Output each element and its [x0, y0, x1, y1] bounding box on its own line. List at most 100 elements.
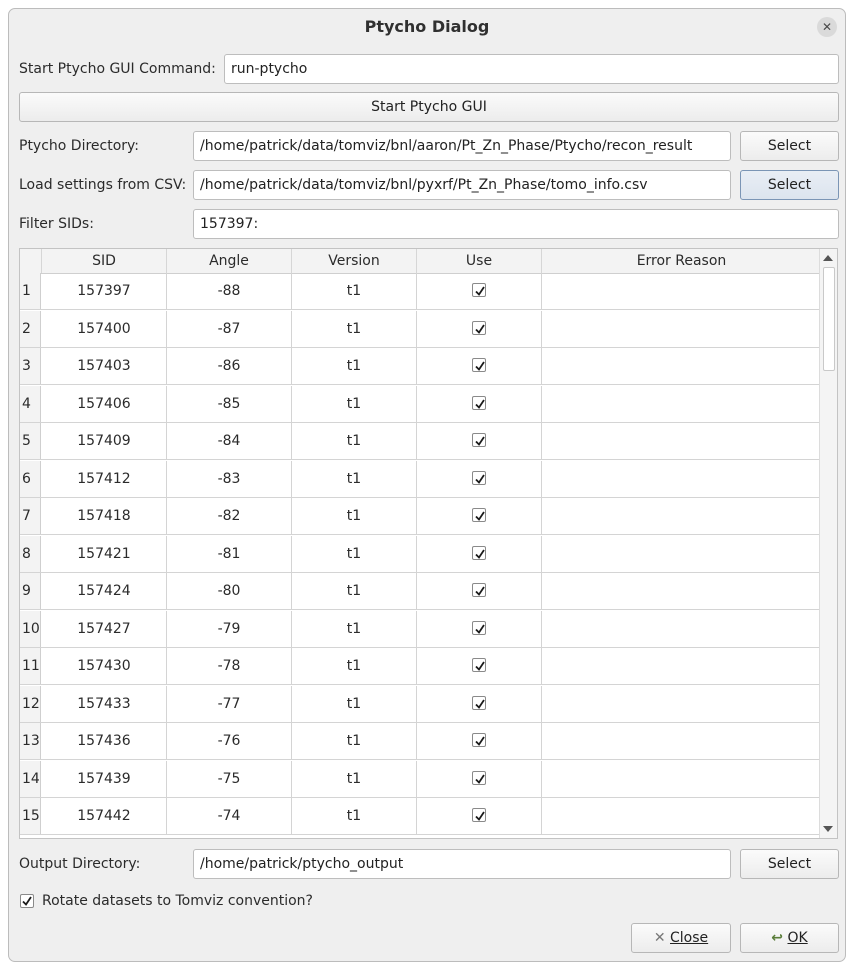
output-dir-select-button[interactable]: Select	[740, 849, 839, 879]
cell-error[interactable]	[542, 761, 821, 797]
cell-version[interactable]: t1	[292, 273, 417, 309]
use-checkbox[interactable]	[472, 770, 486, 785]
header-angle[interactable]: Angle	[167, 249, 292, 273]
vertical-scrollbar[interactable]	[819, 249, 837, 838]
close-button[interactable]: ✕ Close	[631, 923, 731, 953]
table-row[interactable]: 3 157403 -86 t1	[20, 348, 819, 385]
table-row[interactable]: 2 157400 -87 t1	[20, 310, 821, 348]
cell-angle[interactable]: -83	[167, 460, 292, 497]
cell-error[interactable]	[542, 723, 821, 759]
table-row[interactable]: 1 157397 -88 t1	[20, 273, 819, 310]
row-number[interactable]: 1	[20, 273, 41, 309]
cell-error[interactable]	[542, 686, 821, 722]
header-sid[interactable]: SID	[42, 249, 167, 273]
cell-sid[interactable]: 157439	[42, 760, 167, 797]
table-row[interactable]: 8 157421 -81 t1	[20, 535, 821, 573]
row-number[interactable]: 3	[20, 348, 41, 384]
row-number[interactable]: 9	[20, 573, 41, 609]
scrollbar-thumb[interactable]	[823, 267, 835, 371]
cell-use[interactable]	[417, 648, 542, 684]
use-checkbox[interactable]	[472, 695, 486, 710]
cell-sid[interactable]: 157421	[42, 535, 167, 572]
cell-angle[interactable]: -79	[167, 610, 292, 647]
cell-version[interactable]: t1	[292, 460, 417, 497]
cell-use[interactable]	[417, 573, 542, 609]
scroll-down-icon[interactable]	[823, 826, 833, 832]
cell-angle[interactable]: -75	[167, 760, 292, 797]
cell-angle[interactable]: -88	[167, 273, 292, 309]
header-use[interactable]: Use	[417, 249, 542, 273]
cell-error[interactable]	[542, 573, 821, 609]
cell-angle[interactable]: -85	[167, 385, 292, 422]
header-version[interactable]: Version	[292, 249, 417, 273]
row-number[interactable]: 10	[20, 610, 41, 647]
row-number[interactable]: 14	[20, 760, 41, 797]
cell-version[interactable]: t1	[292, 610, 417, 647]
cell-sid[interactable]: 157406	[42, 385, 167, 422]
cell-sid[interactable]: 157397	[42, 273, 167, 309]
cell-error[interactable]	[542, 311, 821, 347]
rotate-label[interactable]: Rotate datasets to Tomviz convention?	[42, 893, 313, 909]
cell-use[interactable]	[417, 385, 542, 422]
close-icon[interactable]: ✕	[817, 17, 837, 37]
use-checkbox[interactable]	[472, 545, 486, 560]
table-row[interactable]: 11 157430 -78 t1	[20, 648, 819, 685]
cell-angle[interactable]: -82	[167, 498, 292, 534]
table-row[interactable]: 5 157409 -84 t1	[20, 423, 819, 460]
table-row[interactable]: 13 157436 -76 t1	[20, 723, 819, 760]
cell-angle[interactable]: -81	[167, 535, 292, 572]
use-checkbox[interactable]	[472, 395, 486, 410]
cell-angle[interactable]: -87	[167, 310, 292, 347]
use-checkbox[interactable]	[472, 733, 486, 747]
row-number[interactable]: 12	[20, 685, 41, 722]
cell-use[interactable]	[417, 685, 542, 722]
cell-version[interactable]: t1	[292, 498, 417, 534]
cell-version[interactable]: t1	[292, 310, 417, 347]
cell-use[interactable]	[417, 498, 542, 534]
cell-sid[interactable]: 157412	[42, 460, 167, 497]
row-number[interactable]: 15	[20, 798, 41, 834]
use-checkbox[interactable]	[472, 283, 486, 297]
row-number[interactable]: 11	[20, 648, 41, 684]
cell-use[interactable]	[417, 273, 542, 309]
cell-version[interactable]: t1	[292, 723, 417, 759]
cell-use[interactable]	[417, 760, 542, 797]
cell-use[interactable]	[417, 310, 542, 347]
cell-use[interactable]	[417, 348, 542, 384]
table-row[interactable]: 15 157442 -74 t1	[20, 798, 819, 835]
cell-angle[interactable]: -74	[167, 798, 292, 834]
cell-angle[interactable]: -84	[167, 423, 292, 459]
cell-error[interactable]	[542, 386, 821, 422]
cell-error[interactable]	[542, 461, 821, 497]
csv-input[interactable]: /home/patrick/data/tomviz/bnl/pyxrf/Pt_Z…	[193, 170, 731, 200]
use-checkbox[interactable]	[472, 620, 486, 635]
use-checkbox[interactable]	[472, 658, 486, 672]
table-row[interactable]: 10 157427 -79 t1	[20, 610, 819, 648]
use-checkbox[interactable]	[472, 433, 486, 447]
cell-use[interactable]	[417, 610, 542, 647]
cell-angle[interactable]: -78	[167, 648, 292, 684]
cell-version[interactable]: t1	[292, 385, 417, 422]
cell-sid[interactable]: 157430	[42, 648, 167, 684]
cell-sid[interactable]: 157403	[42, 348, 167, 384]
table-row[interactable]: 14 157439 -75 t1	[20, 760, 821, 798]
table-row[interactable]: 4 157406 -85 t1	[20, 385, 821, 423]
csv-select-button[interactable]: Select	[740, 170, 839, 200]
cell-error[interactable]	[542, 423, 821, 459]
cell-use[interactable]	[417, 460, 542, 497]
cell-use[interactable]	[417, 723, 542, 759]
use-checkbox[interactable]	[472, 358, 486, 372]
row-number[interactable]: 5	[20, 423, 41, 459]
cell-error[interactable]	[542, 536, 821, 572]
table-row[interactable]: 7 157418 -82 t1	[20, 498, 819, 535]
ptycho-dir-input[interactable]: /home/patrick/data/tomviz/bnl/aaron/Pt_Z…	[193, 131, 731, 161]
cell-error[interactable]	[542, 348, 821, 384]
cell-sid[interactable]: 157409	[42, 423, 167, 459]
row-number[interactable]: 8	[20, 535, 41, 572]
ok-button[interactable]: ↩ OK	[740, 923, 839, 953]
cell-sid[interactable]: 157427	[42, 610, 167, 647]
cell-sid[interactable]: 157442	[42, 798, 167, 834]
rotate-checkbox[interactable]	[20, 894, 34, 908]
cell-use[interactable]	[417, 798, 542, 834]
scroll-up-icon[interactable]	[823, 255, 833, 261]
